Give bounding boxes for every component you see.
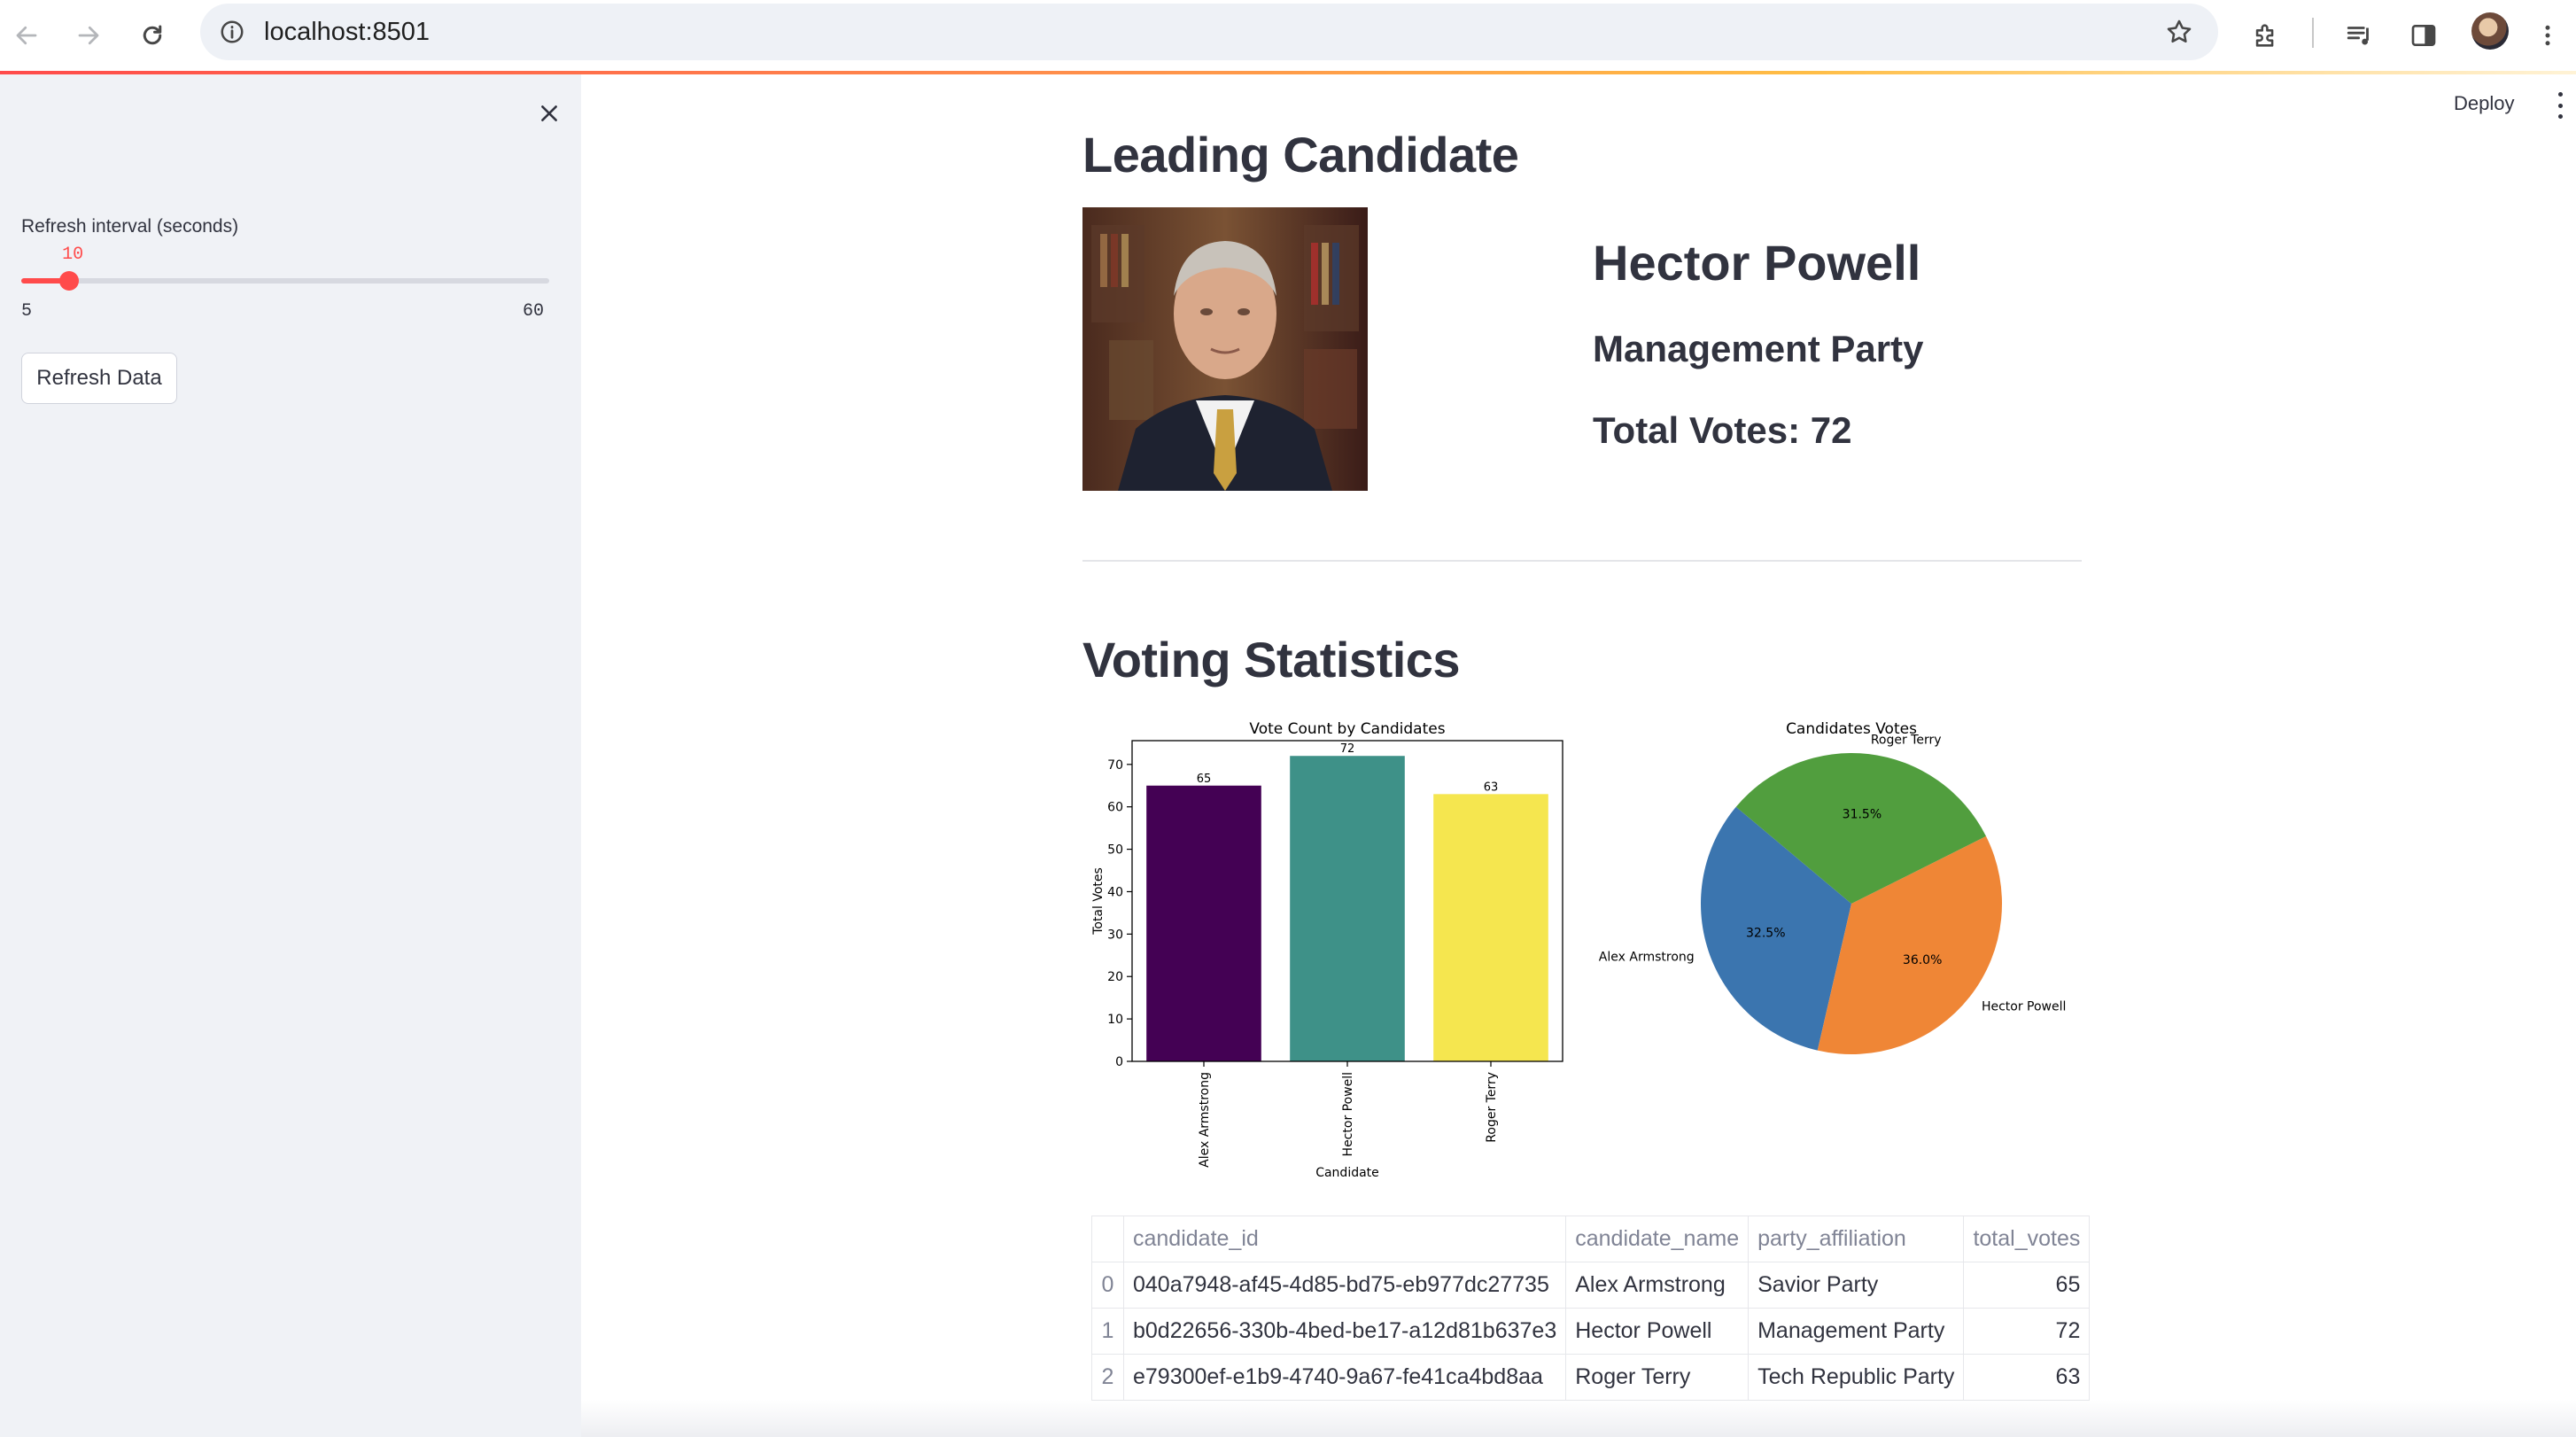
pie-percent-label: 31.5% (1843, 808, 1882, 822)
bar-value-label: 72 (1340, 742, 1355, 756)
cell-candidate-name[interactable]: Alex Armstrong (1565, 1262, 1750, 1309)
table-header-candidate-id[interactable]: candidate_id (1122, 1216, 1567, 1262)
site-info-icon[interactable] (216, 16, 248, 48)
voting-statistics-heading: Voting Statistics (1082, 632, 1461, 687)
profile-avatar[interactable] (2471, 12, 2509, 50)
y-tick-label: 30 (1107, 928, 1123, 942)
back-button[interactable] (4, 12, 50, 58)
cell-party-affiliation[interactable]: Tech Republic Party (1748, 1354, 1965, 1401)
x-tick-label: Roger Terry (1485, 1072, 1499, 1143)
x-tick-label: Alex Armstrong (1198, 1072, 1212, 1168)
candidates-votes-pie-chart: Candidates Votes 32.5%Alex Armstrong 36.0… (1599, 720, 2066, 1054)
refresh-interval-slider[interactable] (21, 271, 549, 291)
row-index: 0 (1091, 1262, 1124, 1309)
leading-candidate-party: Management Party (1593, 328, 1924, 369)
bar-chart-title: Vote Count by Candidates (1249, 720, 1445, 738)
bottom-fade (581, 1400, 2576, 1437)
bar-value-label: 65 (1197, 773, 1212, 786)
reload-button[interactable] (129, 12, 175, 58)
pie-name-label: Hector Powell (1982, 1000, 2066, 1014)
table-row: 1 b0d22656-330b-4bed-be17-a12d81b637e3 H… (1091, 1308, 2091, 1355)
candidate-photo (1082, 207, 1368, 491)
bar-chart-x-axis: Alex Armstrong Hector Powell Roger Terry (1198, 1061, 1499, 1168)
y-tick-label: 60 (1107, 801, 1123, 815)
slider-thumb[interactable] (59, 271, 80, 291)
close-icon (541, 105, 557, 121)
pie-chart-slices (1701, 753, 2002, 1054)
y-tick-label: 20 (1107, 970, 1123, 984)
media-controls-button[interactable] (2337, 12, 2383, 58)
y-tick-label: 0 (1115, 1055, 1123, 1069)
browser-toolbar: localhost:8501 (0, 0, 2576, 71)
leading-candidate-name: Hector Powell (1593, 235, 1921, 291)
app-menu-button[interactable] (2551, 92, 2569, 119)
cell-candidate-name[interactable]: Hector Powell (1565, 1308, 1750, 1355)
y-tick-label: 70 (1107, 758, 1123, 773)
bar (1290, 756, 1405, 1061)
refresh-data-button[interactable]: Refresh Data (21, 353, 177, 404)
arrow-right-icon (78, 26, 99, 45)
slider-max-label: 60 (523, 301, 545, 322)
pie-name-label: Alex Armstrong (1599, 950, 1695, 964)
arrow-left-icon (16, 26, 37, 45)
address-bar[interactable]: localhost:8501 (200, 4, 2218, 60)
pie-percent-label: 32.5% (1746, 926, 1785, 940)
leading-candidate-heading: Leading Candidate (1082, 127, 1519, 183)
candidates-table[interactable]: candidate_id candidate_name party_affili… (1091, 1216, 2091, 1401)
cell-candidate-name[interactable]: Roger Terry (1565, 1354, 1750, 1401)
cell-candidate-id[interactable]: b0d22656-330b-4bed-be17-a12d81b637e3 (1122, 1308, 1567, 1355)
cell-candidate-id[interactable]: e79300ef-e1b9-4740-9a67-fe41ca4bd8aa (1122, 1354, 1567, 1401)
vote-count-bar-chart: Vote Count by Candidates 0 10 20 30 40 50 60 70… (1091, 720, 1563, 1180)
bar-chart-y-label: Total Votes (1091, 867, 1106, 936)
sidebar-close-button[interactable] (531, 96, 567, 131)
row-index: 2 (1091, 1354, 1124, 1401)
sidebar: Refresh interval (seconds) 10 5 60 Refre… (0, 74, 581, 1437)
browser-menu-button[interactable] (2525, 12, 2571, 58)
row-index: 1 (1091, 1308, 1124, 1355)
reload-icon (143, 25, 162, 45)
cell-total-votes[interactable]: 65 (1963, 1262, 2091, 1309)
pie-name-label: Roger Terry (1871, 733, 1942, 747)
table-header-row: candidate_id candidate_name party_affili… (1091, 1216, 2091, 1262)
y-tick-label: 40 (1107, 885, 1123, 899)
table-header-party-affiliation[interactable]: party_affiliation (1748, 1216, 1965, 1262)
url-text: localhost:8501 (264, 18, 431, 46)
bar-chart-x-label: Candidate (1315, 1166, 1379, 1180)
side-panel-icon (2411, 25, 2436, 46)
cell-party-affiliation[interactable]: Management Party (1748, 1308, 1965, 1355)
table-header-candidate-name[interactable]: candidate_name (1565, 1216, 1750, 1262)
section-divider (1082, 560, 2082, 562)
table-row: 0 040a7948-af45-4d85-bd75-eb977dc27735 A… (1091, 1262, 2091, 1309)
x-tick-label: Hector Powell (1341, 1072, 1355, 1156)
cell-total-votes[interactable]: 63 (1963, 1354, 2091, 1401)
forward-button[interactable] (66, 12, 112, 58)
table-header-total-votes[interactable]: total_votes (1963, 1216, 2091, 1262)
bar-value-label: 63 (1484, 781, 1499, 794)
slider-min-label: 5 (21, 301, 33, 322)
puzzle-icon (2255, 24, 2274, 47)
side-panel-button[interactable] (2401, 12, 2447, 58)
toolbar-separator (2312, 18, 2314, 48)
slider-current-value: 10 (62, 245, 84, 265)
table-header-index (1091, 1216, 1124, 1262)
deploy-button[interactable]: Deploy (2454, 92, 2514, 115)
bar (1433, 794, 1548, 1061)
y-tick-label: 10 (1107, 1013, 1123, 1027)
table-row: 2 e79300ef-e1b9-4740-9a67-fe41ca4bd8aa R… (1091, 1354, 2091, 1401)
bar-chart-bars: 65 72 63 (1146, 742, 1548, 1061)
pie-percent-label: 36.0% (1903, 953, 1942, 967)
playlist-music-icon (2347, 27, 2369, 45)
slider-label: Refresh interval (seconds) (21, 216, 239, 237)
bookmark-star-icon[interactable] (2163, 16, 2195, 48)
kebab-menu-icon (2545, 25, 2550, 46)
cell-candidate-id[interactable]: 040a7948-af45-4d85-bd75-eb977dc27735 (1122, 1262, 1567, 1309)
bar (1146, 785, 1261, 1061)
extensions-button[interactable] (2243, 12, 2289, 58)
cell-total-votes[interactable]: 72 (1963, 1308, 2091, 1355)
leading-candidate-votes: Total Votes: 72 (1593, 409, 1852, 451)
bar-chart-y-axis: 0 10 20 30 40 50 60 70 (1107, 758, 1132, 1069)
cell-party-affiliation[interactable]: Savior Party (1748, 1262, 1965, 1309)
y-tick-label: 50 (1107, 843, 1123, 858)
